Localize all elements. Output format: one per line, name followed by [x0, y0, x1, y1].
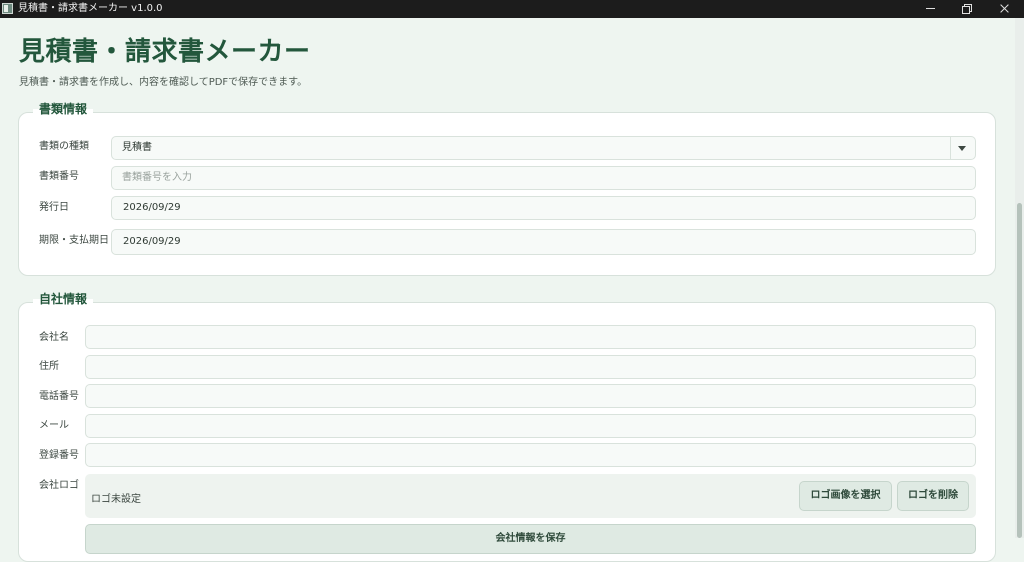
registration-number-label: 登録番号: [39, 450, 79, 461]
document-number-input[interactable]: 書類番号を入力: [111, 166, 976, 190]
document-info-title: 書類情報: [33, 101, 94, 117]
issue-date-input[interactable]: 2026/09/29: [111, 196, 976, 220]
minimize-icon[interactable]: [911, 0, 949, 18]
window-title: 見積書・請求書メーカー v1.0.0: [18, 3, 163, 14]
page-title: 見積書・請求書メーカー: [19, 37, 311, 67]
company-info-title: 自社情報: [33, 291, 94, 307]
app-icon: [2, 3, 13, 14]
address-label: 住所: [39, 361, 59, 372]
company-name-input[interactable]: [85, 325, 976, 349]
select-logo-button[interactable]: ロゴ画像を選択: [799, 481, 892, 511]
vertical-scrollbar[interactable]: [1015, 18, 1024, 538]
document-type-select[interactable]: 見積書: [111, 136, 976, 160]
address-input[interactable]: [85, 355, 976, 379]
document-type-value: 見積書: [122, 142, 152, 153]
document-type-label: 書類の種類: [39, 141, 89, 152]
window-titlebar: 見積書・請求書メーカー v1.0.0: [0, 0, 1024, 18]
due-date-label: 期限・支払期日: [39, 235, 109, 246]
document-number-label: 書類番号: [39, 171, 79, 182]
chevron-down-icon[interactable]: [950, 137, 975, 159]
company-name-label: 会社名: [39, 332, 69, 343]
email-input[interactable]: [85, 414, 976, 438]
phone-label: 電話番号: [39, 391, 79, 402]
logo-status: ロゴ未設定: [91, 494, 141, 505]
email-label: メール: [39, 420, 69, 431]
page-subtitle: 見積書・請求書を作成し、内容を確認してPDFで保存できます。: [19, 77, 308, 88]
company-logo-label: 会社ロゴ: [39, 480, 79, 491]
phone-input[interactable]: [85, 384, 976, 408]
close-icon[interactable]: [985, 0, 1023, 18]
issue-date-label: 発行日: [39, 202, 69, 213]
restore-icon[interactable]: [947, 0, 985, 18]
delete-logo-button[interactable]: ロゴを削除: [897, 481, 969, 511]
due-date-input[interactable]: 2026/09/29: [111, 229, 976, 255]
save-company-button[interactable]: 会社情報を保存: [85, 524, 976, 554]
registration-number-input[interactable]: [85, 443, 976, 467]
scrollbar-thumb[interactable]: [1017, 203, 1022, 538]
